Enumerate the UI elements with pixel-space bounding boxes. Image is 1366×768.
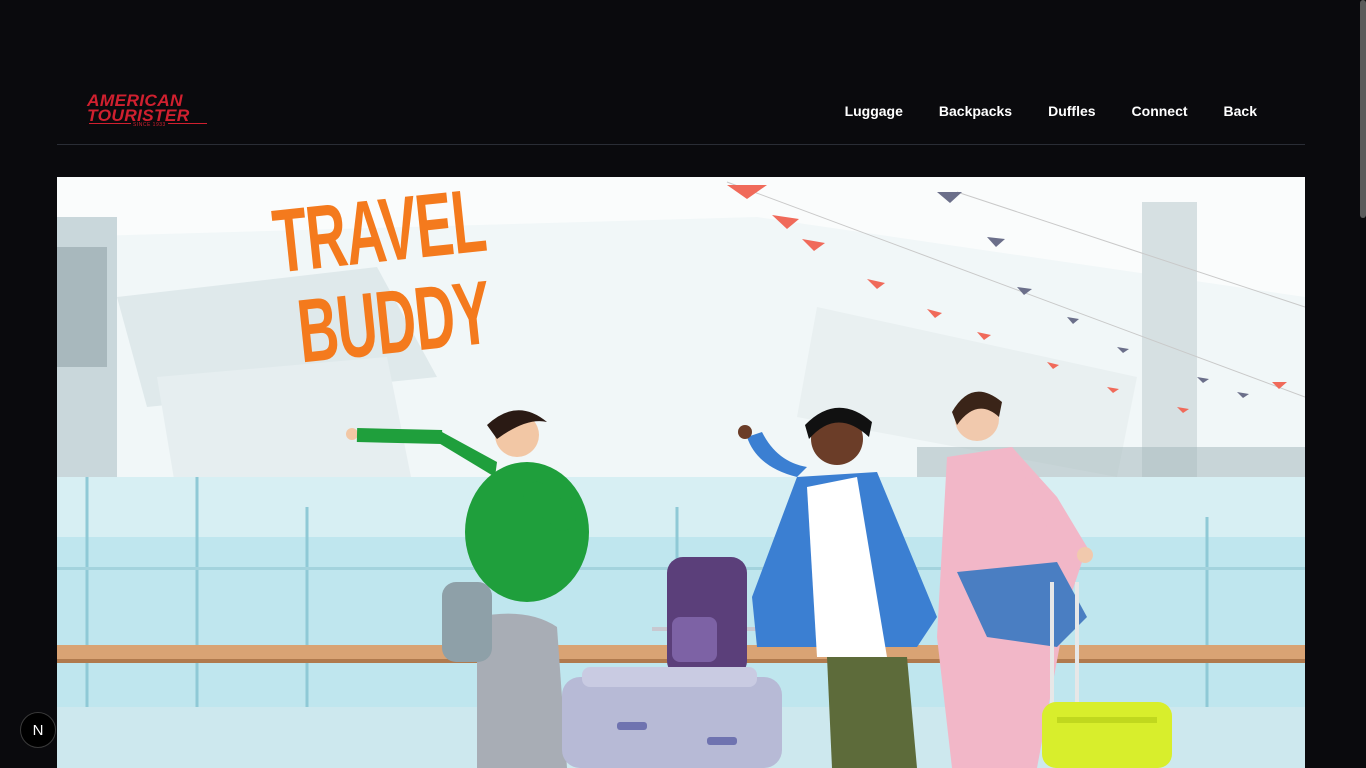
page: AMERICAN TOURISTER SINCE 1933 Luggage Ba… xyxy=(0,0,1366,768)
hero-banner: TRAVEL BUDDY xyxy=(57,177,1305,768)
nextjs-dev-indicator-icon[interactable]: N xyxy=(20,712,56,748)
hero-title: TRAVEL BUDDY xyxy=(269,177,499,383)
site-header: AMERICAN TOURISTER SINCE 1933 Luggage Ba… xyxy=(57,80,1305,145)
nav-luggage[interactable]: Luggage xyxy=(845,103,903,119)
brand-logo[interactable]: AMERICAN TOURISTER SINCE 1933 xyxy=(87,92,211,131)
hero-title-line2: BUDDY xyxy=(292,262,495,383)
hero-photo xyxy=(57,177,1305,768)
dev-badge-label: N xyxy=(32,721,44,739)
scrollbar[interactable] xyxy=(1360,0,1366,218)
nav-duffles[interactable]: Duffles xyxy=(1048,103,1095,119)
main-nav: Luggage Backpacks Duffles Connect Back xyxy=(845,103,1257,119)
brand-since: SINCE 1933 xyxy=(131,122,168,128)
nav-back[interactable]: Back xyxy=(1224,103,1257,119)
brand-name-line2: TOURISTER xyxy=(87,106,190,125)
nav-backpacks[interactable]: Backpacks xyxy=(939,103,1012,119)
nav-connect[interactable]: Connect xyxy=(1132,103,1188,119)
